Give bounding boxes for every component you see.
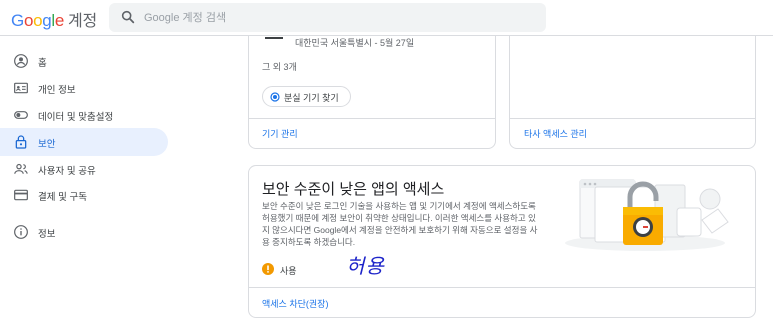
sidebar-item-label: 정보 xyxy=(38,229,56,240)
search-input[interactable] xyxy=(144,9,524,27)
sidebar-item-label: 개인 정보 xyxy=(38,85,76,96)
search-bar[interactable] xyxy=(109,3,546,32)
other-devices-count: 그 외 3개 xyxy=(262,62,297,72)
manage-devices-link[interactable]: 기기 관리 xyxy=(262,127,298,140)
find-lost-device-label: 분실 기기 찾기 xyxy=(284,93,339,103)
sidebar-item-payments-subscriptions[interactable]: 결제 및 구독 xyxy=(0,181,168,209)
home-icon xyxy=(14,54,28,68)
people-icon xyxy=(14,163,28,174)
lock-icon xyxy=(15,135,27,149)
top-header: Google 계정 xyxy=(0,0,773,36)
unlocked-padlock-illustration xyxy=(565,179,729,251)
card-title: 보안 수준이 낮은 앱의 액세스 xyxy=(262,181,445,198)
device-last-activity: 대한민국 서울특별시 - 5월 27일 xyxy=(295,38,415,48)
sidebar-item-security[interactable]: 보안 xyxy=(0,128,168,156)
sidebar-item-label: 데이터 및 맞춤설정 xyxy=(38,112,114,123)
find-lost-device-button[interactable]: 분실 기기 찾기 xyxy=(262,86,351,107)
warning-icon xyxy=(262,263,274,275)
info-icon xyxy=(14,225,28,239)
sidebar-item-label: 홈 xyxy=(38,58,47,69)
sidebar-item-about[interactable]: 정보 xyxy=(0,218,168,246)
sidebar-item-label: 결제 및 구독 xyxy=(38,192,87,203)
manage-third-party-access-link[interactable]: 타사 액세스 관리 xyxy=(524,127,587,140)
sidebar-item-label: 보안 xyxy=(38,139,56,150)
toggle-icon xyxy=(14,111,28,119)
id-card-icon xyxy=(14,82,28,94)
card-divider xyxy=(249,118,495,119)
block-access-link[interactable]: 액세스 차단(권장) xyxy=(262,297,328,310)
product-name: 계정 xyxy=(68,13,97,30)
sidebar-item-home[interactable]: 홈 xyxy=(0,47,168,75)
google-logo: Google xyxy=(11,11,65,30)
sidebar-item-label: 사용자 및 공유 xyxy=(38,166,96,177)
sidebar-item-personal-info[interactable]: 개인 정보 xyxy=(0,74,168,102)
access-status: 사용 xyxy=(280,266,297,276)
card-description: 보안 수준이 낮은 로그인 기술을 사용하는 앱 및 기기에서 계정에 액세스하… xyxy=(262,201,538,247)
credit-card-icon xyxy=(14,189,28,201)
sidebar-item-data-personalization[interactable]: 데이터 및 맞춤설정 xyxy=(0,101,168,129)
locate-icon xyxy=(270,92,280,102)
sidebar: 홈 개인 정보 데이터 및 맞춤설정 보안 사용자 및 공유 결제 및 구독 정… xyxy=(0,36,175,333)
sidebar-item-people-sharing[interactable]: 사용자 및 공유 xyxy=(0,155,168,183)
google-account-logo[interactable]: Google 계정 xyxy=(11,7,97,31)
search-icon xyxy=(121,10,135,24)
handwritten-annotation: 허용 xyxy=(346,254,385,278)
card-divider xyxy=(249,287,755,288)
card-divider xyxy=(510,118,755,119)
